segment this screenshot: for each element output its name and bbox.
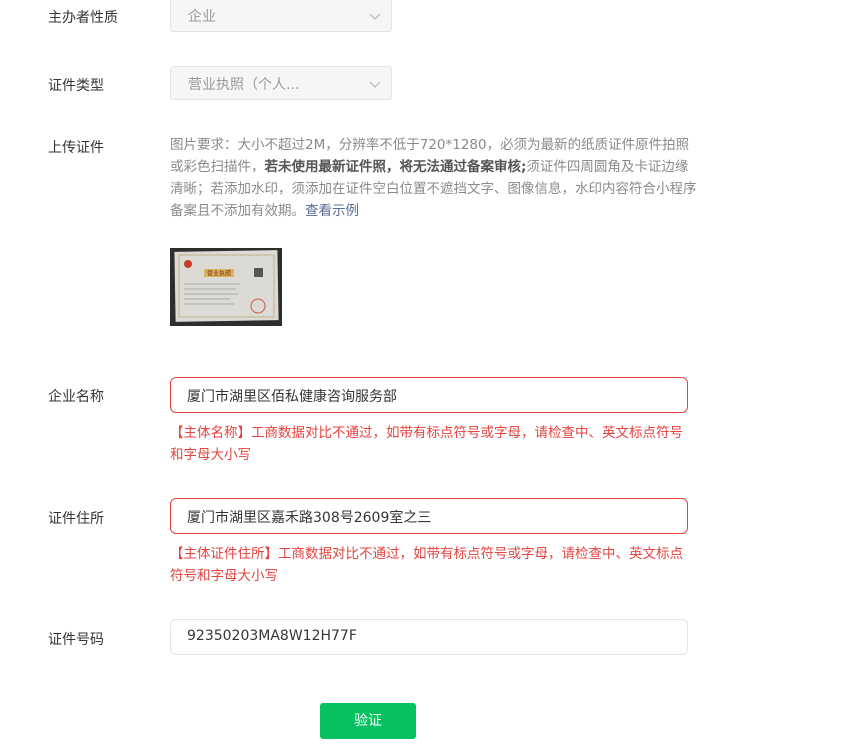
address-value: 厦门市湖里区嘉禾路308号2609室之三: [187, 510, 432, 526]
license-thumbnail-title: 营业执照: [207, 270, 231, 278]
cert-number-value: 92350203MA8W12H77F: [187, 628, 357, 644]
company-name-error: 【主体名称】工商数据对比不通过，如带有标点符号或字母，请检查中、英文标点符号和字…: [170, 425, 683, 463]
cert-type-select[interactable]: 营业执照（个人...: [170, 66, 392, 100]
address-error: 【主体证件住所】工商数据对比不通过，如带有标点符号或字母，请检查中、英文标点符号…: [170, 546, 683, 584]
host-type-select[interactable]: 企业: [170, 0, 392, 32]
company-name-label: 企业名称: [48, 389, 104, 405]
upload-label: 上传证件: [48, 140, 104, 156]
host-type-label: 主办者性质: [48, 10, 118, 26]
company-name-value: 厦门市湖里区佰私健康咨询服务部: [187, 389, 397, 405]
chevron-down-icon: [369, 81, 381, 88]
chevron-down-icon: [369, 13, 381, 20]
view-example-link[interactable]: 查看示例: [305, 203, 359, 219]
upload-requirements: 图片要求：大小不超过2M，分辨率不低于720*1280，必须为最新的纸质证件原件…: [170, 134, 700, 222]
upload-desc-warning: 若未使用最新证件照，将无法通过备案审核;: [264, 159, 527, 175]
license-image: 营业执照: [170, 248, 282, 326]
verify-button[interactable]: 验证: [320, 703, 416, 739]
cert-type-value: 营业执照（个人...: [188, 77, 300, 93]
address-label: 证件住所: [48, 511, 104, 527]
cert-number-label: 证件号码: [48, 632, 104, 648]
host-type-value: 企业: [188, 9, 216, 25]
address-input[interactable]: 厦门市湖里区嘉禾路308号2609室之三: [170, 498, 688, 534]
company-name-input[interactable]: 厦门市湖里区佰私健康咨询服务部: [170, 377, 688, 413]
cert-number-input[interactable]: 92350203MA8W12H77F: [170, 619, 688, 655]
uploaded-license-thumbnail[interactable]: 营业执照: [170, 248, 282, 326]
cert-type-label: 证件类型: [48, 78, 104, 94]
